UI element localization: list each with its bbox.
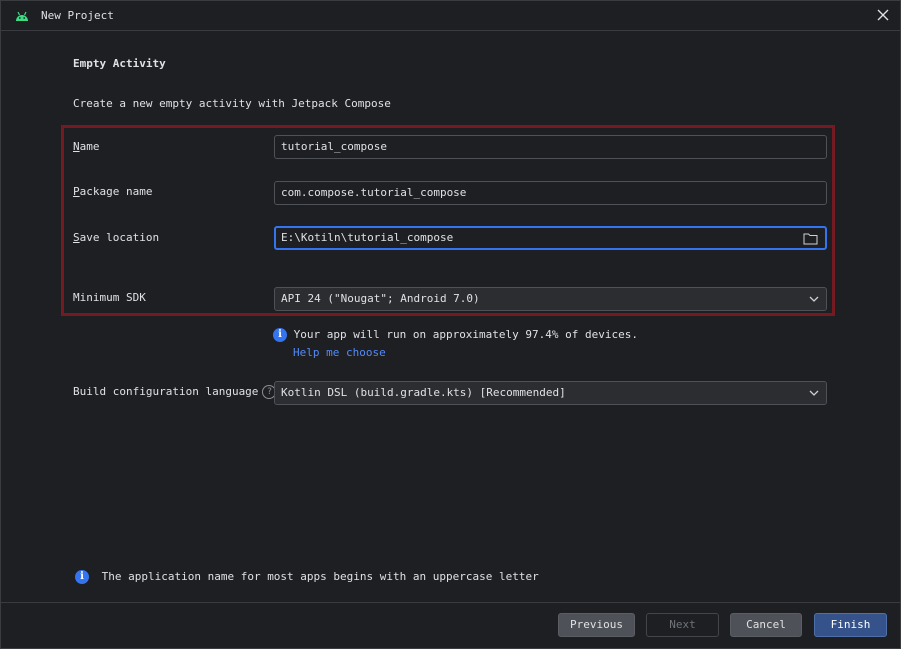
folder-icon[interactable] [803, 232, 818, 245]
app-name-info: i The application name for most apps beg… [75, 570, 539, 584]
package-name-label: Package name [73, 185, 153, 198]
cancel-button[interactable]: Cancel [730, 613, 802, 637]
devices-info: i Your app will run on approximately 97.… [273, 328, 638, 342]
app-name-info-text: The application name for most apps begin… [101, 570, 539, 583]
close-icon[interactable] [874, 6, 892, 24]
android-icon [16, 11, 28, 21]
title-bar: New Project [1, 1, 900, 31]
build-language-value: Kotlin DSL (build.gradle.kts) [Recommend… [281, 386, 566, 399]
devices-info-text: Your app will run on approximately 97.4%… [293, 328, 638, 341]
info-icon: i [273, 328, 287, 342]
new-project-dialog: New Project Empty Activity Create a new … [0, 0, 901, 649]
chevron-down-icon [809, 390, 819, 396]
help-me-choose-link[interactable]: Help me choose [293, 346, 386, 359]
save-location-label: Save location [73, 231, 160, 244]
info-icon: i [75, 570, 89, 584]
build-language-label: Build configuration language? [73, 385, 277, 399]
page-title: Empty Activity [73, 57, 166, 70]
finish-button[interactable]: Finish [814, 613, 887, 637]
build-language-select[interactable]: Kotlin DSL (build.gradle.kts) [Recommend… [274, 381, 827, 405]
minimum-sdk-label: Minimum SDK [73, 291, 146, 304]
page-description: Create a new empty activity with Jetpack… [73, 97, 391, 110]
name-label: Name [73, 140, 100, 153]
package-name-field[interactable]: com.compose.tutorial_compose [274, 181, 827, 205]
chevron-down-icon [809, 296, 819, 302]
save-location-field[interactable]: E:\Kotiln\tutorial_compose [274, 226, 827, 250]
minimum-sdk-value: API 24 ("Nougat"; Android 7.0) [281, 292, 480, 305]
name-field[interactable]: tutorial_compose [274, 135, 827, 159]
next-button[interactable]: Next [646, 613, 719, 637]
window-title: New Project [41, 9, 114, 22]
previous-button[interactable]: Previous [558, 613, 635, 637]
save-location-value: E:\Kotiln\tutorial_compose [281, 231, 454, 244]
minimum-sdk-select[interactable]: API 24 ("Nougat"; Android 7.0) [274, 287, 827, 311]
